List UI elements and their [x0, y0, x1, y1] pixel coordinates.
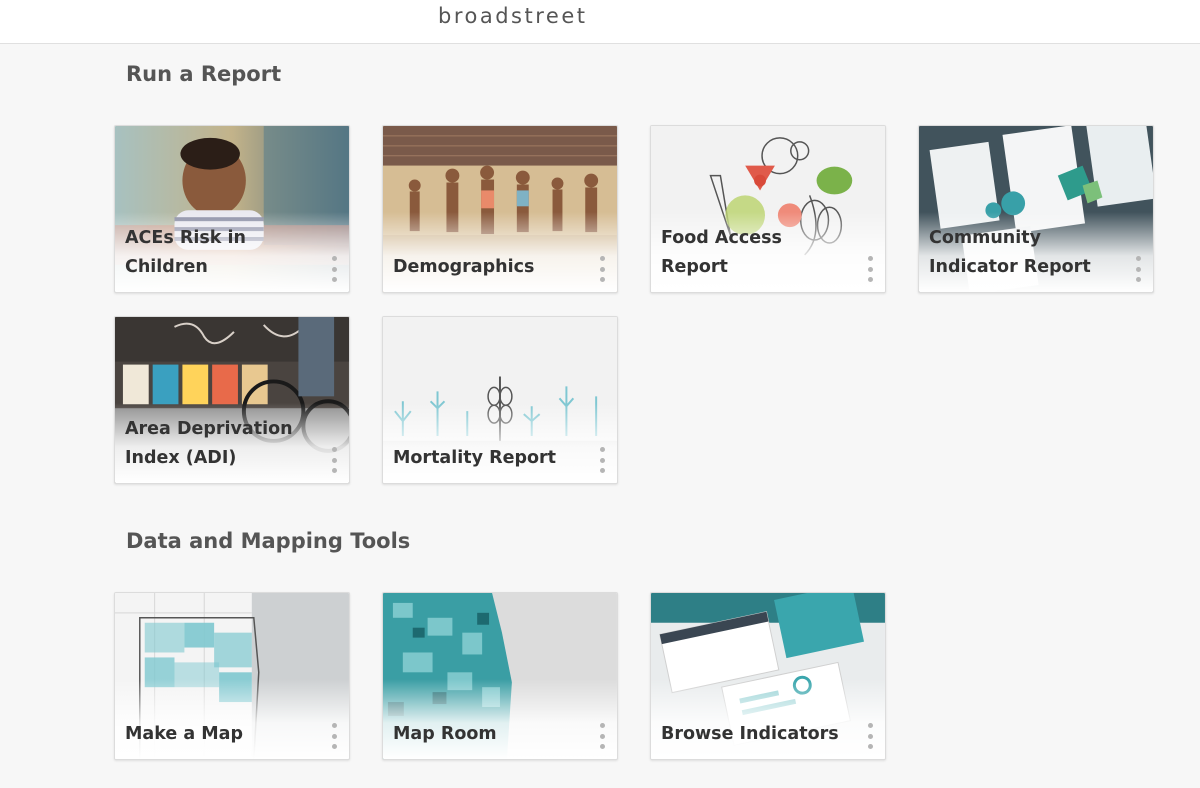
broadstreet-logo[interactable]: broadstreet — [438, 4, 587, 28]
card-label: Map Room — [393, 724, 497, 744]
more-vertical-icon[interactable] — [597, 723, 607, 749]
report-card-adi[interactable]: Area Deprivation Index (ADI) — [114, 316, 350, 484]
card-label: Demographics — [393, 257, 535, 277]
top-bar: broadstreet — [0, 0, 1200, 44]
more-vertical-icon[interactable] — [1133, 256, 1143, 282]
more-vertical-icon[interactable] — [865, 723, 875, 749]
card-label: Food Access Report — [661, 228, 782, 277]
more-vertical-icon[interactable] — [329, 723, 339, 749]
card-label: Make a Map — [125, 724, 244, 744]
section-title-data-mapping: Data and Mapping Tools — [126, 529, 411, 553]
card-label: Mortality Report — [393, 448, 556, 468]
tool-card-make-map[interactable]: Make a Map — [114, 592, 350, 760]
report-card-mortality[interactable]: Mortality Report — [382, 316, 618, 484]
card-label: ACEs Risk in Children — [125, 228, 246, 277]
card-label: Community Indicator Report — [929, 228, 1091, 277]
section-title-run-report: Run a Report — [126, 62, 282, 86]
report-card-demographics[interactable]: Demographics — [382, 125, 618, 293]
card-label: Area Deprivation Index (ADI) — [125, 419, 293, 468]
more-vertical-icon[interactable] — [329, 256, 339, 282]
card-label: Browse Indicators — [661, 724, 839, 744]
more-vertical-icon[interactable] — [597, 447, 607, 473]
more-vertical-icon[interactable] — [597, 256, 607, 282]
report-card-community-indicator[interactable]: Community Indicator Report — [918, 125, 1154, 293]
more-vertical-icon[interactable] — [329, 447, 339, 473]
tool-card-map-room[interactable]: Map Room — [382, 592, 618, 760]
more-vertical-icon[interactable] — [865, 256, 875, 282]
report-card-food-access[interactable]: Food Access Report — [650, 125, 886, 293]
tool-card-browse-indicators[interactable]: Browse Indicators — [650, 592, 886, 760]
report-card-aces[interactable]: ACEs Risk in Children — [114, 125, 350, 293]
